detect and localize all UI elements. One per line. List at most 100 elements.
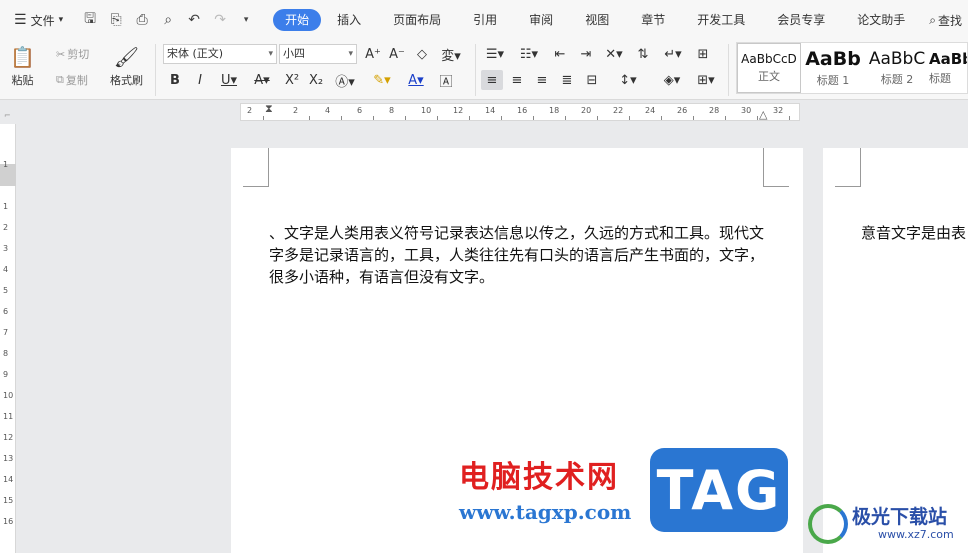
decrease-indent-icon[interactable]: ⇤ <box>551 44 569 64</box>
format-painter-button[interactable]: 🖌 格式刷 <box>110 42 143 88</box>
scissors-icon: ✂ <box>56 47 66 61</box>
tab-section[interactable]: 章节 <box>625 9 681 31</box>
search-label: 查找 <box>938 13 963 28</box>
justify-icon[interactable]: ≣ <box>557 70 577 90</box>
bullet-list-icon[interactable]: ☰▾ <box>482 44 508 64</box>
tab-member[interactable]: 会员专享 <box>761 9 841 31</box>
copy-button[interactable]: ⧉ 复制 <box>56 72 88 88</box>
margin-corner-mark <box>835 148 861 187</box>
chevron-down-icon: ▾ <box>348 49 353 59</box>
ruler-number: 10 <box>421 106 432 115</box>
watermark-site-name: 电脑技术网 <box>459 460 619 495</box>
ruler-number: 30 <box>741 106 752 115</box>
ruler-tick <box>437 116 438 120</box>
show-marks-icon[interactable]: ↵▾ <box>660 44 686 64</box>
margin-corner-mark <box>243 148 269 187</box>
underline-icon[interactable]: U▾ <box>215 70 243 90</box>
style-normal[interactable]: AaBbCcD 正文 <box>737 43 801 93</box>
style-title[interactable]: AaBb 标题 <box>929 43 967 93</box>
document-paragraph[interactable]: 意音文字是由表 <box>861 222 968 244</box>
ruler-number: 6 <box>357 106 363 115</box>
clear-format-icon[interactable]: ◇ <box>413 44 431 64</box>
document-page-2[interactable]: 意音文字是由表 <box>823 148 968 553</box>
font-name-select[interactable]: 宋体 (正文) ▾ <box>163 44 277 64</box>
brush-icon: 🖌 <box>113 45 140 69</box>
style-heading-2[interactable]: AaBbC 标题 2 <box>865 43 929 93</box>
superscript-icon[interactable]: X² <box>282 70 302 90</box>
numbered-list-icon[interactable]: ☷▾ <box>516 44 542 64</box>
italic-icon[interactable]: I <box>191 70 209 90</box>
distributed-align-icon[interactable]: ⊟ <box>582 70 602 90</box>
style-preview: AaBb <box>805 48 861 70</box>
text-effect-icon[interactable]: Ⓐ▾ <box>332 70 358 90</box>
borders-icon[interactable]: ⊞▾ <box>692 70 720 90</box>
horizontal-ruler[interactable]: ⧗ △ 2 2 4 6 8 10 12 14 16 18 20 22 24 26 28 30 32 <box>240 102 800 121</box>
tab-developer[interactable]: 开发工具 <box>681 9 761 31</box>
align-left-icon[interactable]: ≡ <box>481 70 503 90</box>
styles-gallery: AaBbCcD 正文 AaBb 标题 1 AaBbC 标题 2 AaBb 标题 <box>736 42 968 94</box>
redo-icon[interactable]: ↷ <box>211 12 229 28</box>
chevron-down-icon: ▾ <box>268 49 273 59</box>
customize-chevron-icon[interactable]: ▾ <box>237 15 255 25</box>
ruler-tick <box>533 116 534 120</box>
undo-icon[interactable]: ↶ <box>185 12 203 28</box>
style-heading-1[interactable]: AaBb 标题 1 <box>801 43 865 93</box>
ruler-tick <box>405 116 406 120</box>
paste-button[interactable]: 📋 粘贴 <box>10 42 35 88</box>
tab-view[interactable]: 视图 <box>569 9 625 31</box>
copy-label: 复制 <box>65 74 88 87</box>
tab-insert[interactable]: 插入 <box>321 9 377 31</box>
tab-review[interactable]: 审阅 <box>513 9 569 31</box>
highlight-icon[interactable]: ✎▾ <box>368 70 396 90</box>
print-icon[interactable]: ⎙ <box>133 12 151 28</box>
grow-font-icon[interactable]: A⁺ <box>364 44 382 64</box>
ruler-number: 2 <box>3 223 9 232</box>
hamburger-icon: ☰ <box>14 12 27 28</box>
increase-indent-icon[interactable]: ⇥ <box>577 44 595 64</box>
vertical-ruler[interactable]: 1 1 2 3 4 5 6 7 8 9 10 11 12 13 14 15 16 <box>0 124 16 553</box>
ruler-number: 20 <box>581 106 592 115</box>
cut-button[interactable]: ✂ 剪切 <box>56 46 89 62</box>
tab-home[interactable]: 开始 <box>273 9 322 31</box>
shrink-font-icon[interactable]: A⁻ <box>388 44 406 64</box>
right-indent-marker-icon[interactable]: △ <box>759 108 767 121</box>
line-spacing-icon[interactable]: ↕▾ <box>614 70 642 90</box>
ruler-tick <box>341 116 342 120</box>
subscript-icon[interactable]: X₂ <box>306 70 326 90</box>
character-border-icon[interactable]: 🄰 <box>437 70 455 90</box>
indent-marker-icon[interactable]: ⧗ <box>265 102 273 116</box>
shading-icon[interactable]: ◈▾ <box>658 70 686 90</box>
ruler-tick <box>693 116 694 120</box>
tab-stops-icon[interactable]: ⊞ <box>693 44 713 64</box>
export-pdf-icon[interactable]: ⎘ <box>107 12 125 28</box>
align-center-icon[interactable]: ≡ <box>507 70 527 90</box>
print-preview-icon[interactable]: ⌕ <box>159 12 177 28</box>
bold-icon[interactable]: B <box>166 70 184 90</box>
ruler-number: 11 <box>3 412 14 421</box>
align-right-icon[interactable]: ≡ <box>532 70 552 90</box>
tab-paper-assistant[interactable]: 论文助手 <box>841 9 921 31</box>
ruler-number: 13 <box>3 454 14 463</box>
save-icon[interactable]: 🖫 <box>81 8 99 32</box>
ribbon-tabs: 开始 插入 页面布局 引用 审阅 视图 章节 开发工具 会员专享 论文助手 ⌕ … <box>273 9 962 31</box>
phonetic-guide-icon[interactable]: 変▾ <box>438 44 464 64</box>
strikethrough-icon[interactable]: A▾ <box>249 70 275 90</box>
sort-icon[interactable]: ⇅ <box>634 44 652 64</box>
chinese-layout-icon[interactable]: ✕▾ <box>601 44 627 64</box>
ruler-tick <box>469 116 470 120</box>
ruler-number: 18 <box>549 106 560 115</box>
menu-bar: ☰ 文件 ▾ 🖫 ⎘ ⎙ ⌕ ↶ ↷ ▾ 开始 插入 页面布局 引用 审阅 视图… <box>0 0 968 40</box>
style-name: 标题 <box>929 72 951 85</box>
file-menu-button[interactable]: ☰ 文件 ▾ <box>10 8 67 32</box>
font-size-select[interactable]: 小四 ▾ <box>279 44 357 64</box>
font-color-icon[interactable]: A▾ <box>402 70 430 90</box>
clipboard-icon: 📋 <box>10 45 35 69</box>
search-button[interactable]: ⌕ 查找 <box>929 12 962 29</box>
ruler-number: 12 <box>3 433 14 442</box>
ruler-number: 14 <box>3 475 14 484</box>
document-paragraph[interactable]: 、文字是人类用表义符号记录表达信息以传之，久远的方式和工具。现代文字多是记录语言… <box>269 222 769 288</box>
tab-page-layout[interactable]: 页面布局 <box>377 9 457 31</box>
tab-references[interactable]: 引用 <box>457 9 513 31</box>
ruler-tick <box>373 116 374 120</box>
style-preview: AaBbC <box>868 49 926 69</box>
